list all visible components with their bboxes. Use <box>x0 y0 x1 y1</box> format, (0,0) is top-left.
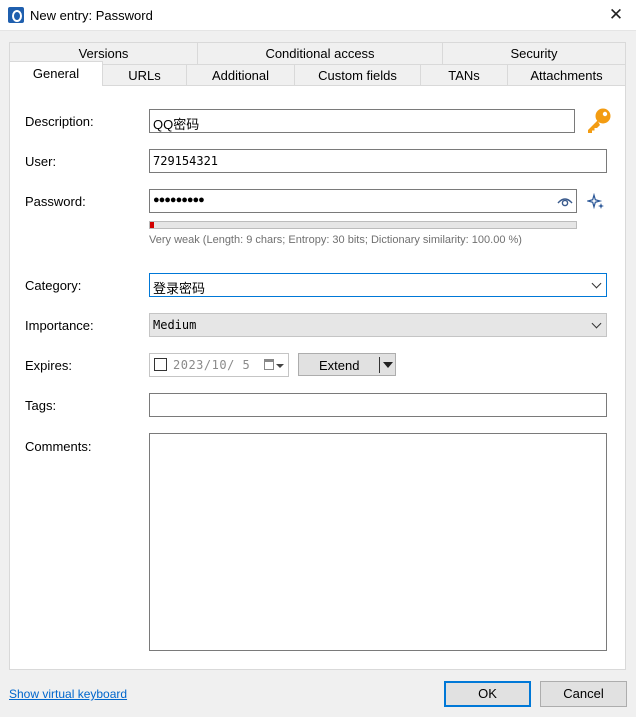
eye-icon[interactable] <box>557 196 573 208</box>
password-strength-text: Very weak (Length: 9 chars; Entropy: 30 … <box>149 234 522 246</box>
description-label: Description: <box>25 114 94 129</box>
chevron-down-icon[interactable] <box>591 318 602 329</box>
calendar-icon[interactable] <box>264 359 274 370</box>
dropdown-arrow-icon[interactable] <box>383 362 393 368</box>
user-field[interactable]: 729154321 <box>149 149 607 173</box>
category-combobox[interactable]: 登录密码 <box>149 273 607 297</box>
importance-value: Medium <box>153 318 197 332</box>
dropdown-arrow-icon[interactable] <box>276 364 284 368</box>
comments-textarea[interactable] <box>149 433 607 651</box>
category-label: Category: <box>25 278 82 293</box>
expires-date: 2023/10/ 5 <box>173 358 251 372</box>
extend-split-divider <box>379 357 380 373</box>
password-strength-fill <box>150 222 155 228</box>
description-field[interactable]: QQ密码 <box>149 109 575 133</box>
extend-button[interactable]: Extend <box>298 353 396 376</box>
tags-field[interactable] <box>149 393 607 417</box>
key-icon[interactable] <box>584 105 614 135</box>
expires-date-picker[interactable]: 2023/10/ 5 <box>149 353 289 377</box>
extend-button-label: Extend <box>319 358 360 373</box>
category-value: 登录密码 <box>153 281 206 296</box>
expires-label: Expires: <box>25 358 72 373</box>
expires-checkbox[interactable] <box>154 358 167 371</box>
password-strength-bar <box>149 221 577 229</box>
tags-label: Tags: <box>25 398 57 413</box>
comments-label: Comments: <box>25 439 92 454</box>
chevron-down-icon[interactable] <box>591 278 602 289</box>
importance-select[interactable]: Medium <box>149 313 607 337</box>
importance-label: Importance: <box>25 318 94 333</box>
password-label: Password: <box>25 194 86 209</box>
user-label: User: <box>25 154 57 169</box>
password-field[interactable]: ●●●●●●●●● <box>149 189 577 213</box>
sparkle-icon[interactable] <box>587 193 605 211</box>
